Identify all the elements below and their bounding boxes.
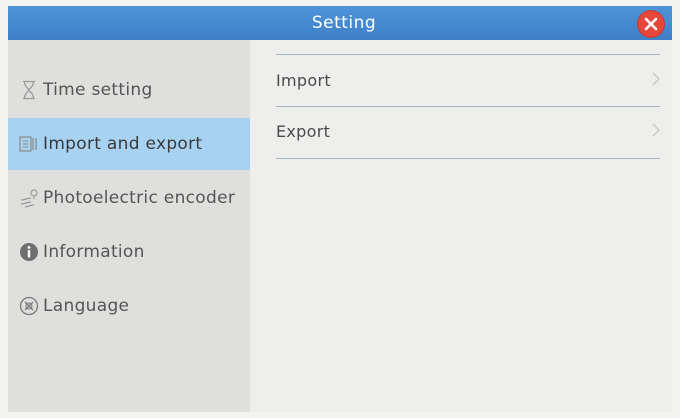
encoder-icon [19, 188, 39, 208]
hourglass-icon [19, 80, 39, 100]
row-label: Import [276, 70, 331, 90]
import-export-icon [19, 134, 39, 154]
sidebar: Time setting Import and export Photoelec… [8, 40, 250, 412]
window-title: Setting [311, 13, 377, 33]
sidebar-item-import-and-export[interactable]: Import and export [8, 118, 250, 170]
row-label: Export [276, 121, 331, 141]
close-icon [644, 17, 658, 31]
settings-window: Setting Time setting Import and export P… [8, 6, 672, 412]
close-button[interactable] [638, 11, 664, 37]
divider [276, 54, 660, 55]
title-bar: Setting [8, 6, 672, 40]
sidebar-item-label: Time setting [43, 80, 153, 100]
main-panel: Import Export [250, 40, 672, 412]
info-icon [19, 242, 39, 262]
sidebar-item-photoelectric-encoder[interactable]: Photoelectric encoder [8, 172, 250, 224]
sidebar-item-time-setting[interactable]: Time setting [8, 64, 250, 116]
export-row[interactable]: Export [276, 107, 660, 155]
sidebar-item-information[interactable]: Information [8, 226, 250, 278]
language-icon [19, 296, 39, 316]
sidebar-item-label: Import and export [43, 134, 203, 154]
sidebar-item-language[interactable]: Language [8, 280, 250, 332]
sidebar-item-label: Information [43, 242, 145, 262]
divider [276, 158, 660, 159]
chevron-right-icon [652, 71, 660, 90]
import-row[interactable]: Import [276, 56, 660, 104]
sidebar-item-label: Photoelectric encoder [43, 188, 236, 208]
chevron-right-icon [652, 122, 660, 141]
sidebar-item-label: Language [43, 296, 130, 316]
